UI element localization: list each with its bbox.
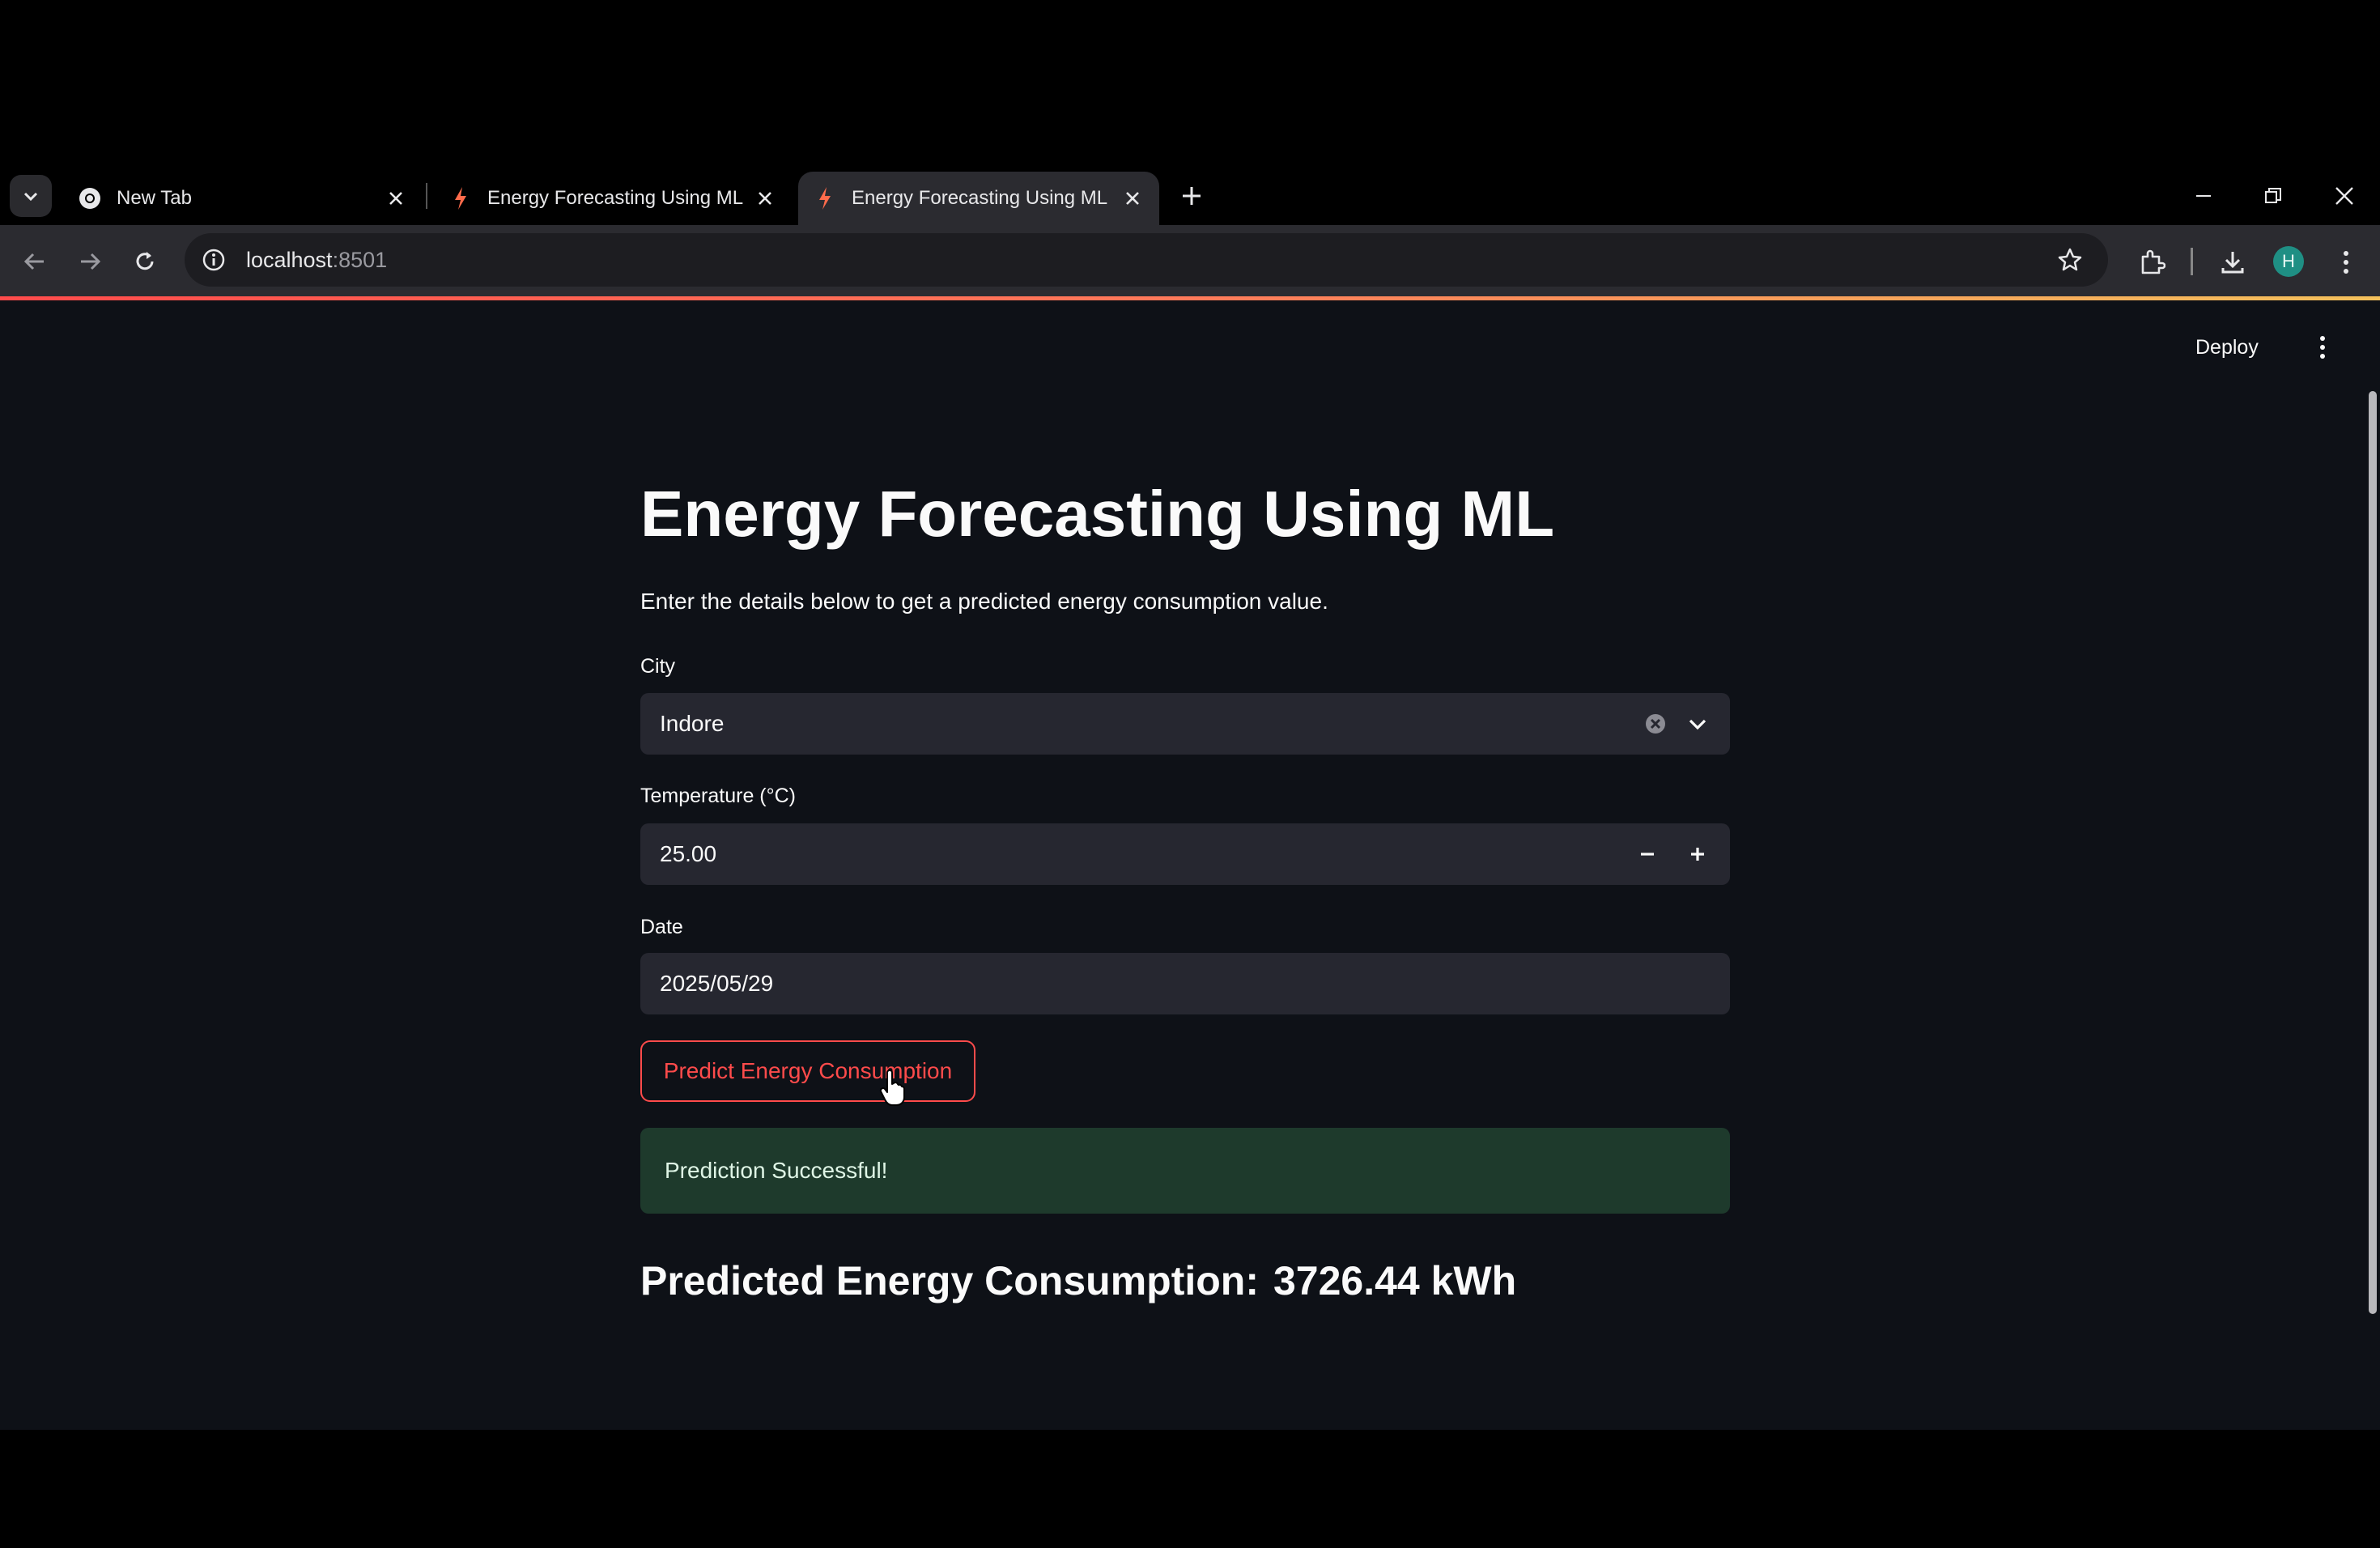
- arrow-right-icon: [81, 253, 101, 270]
- tab-new-tab[interactable]: New Tab: [73, 172, 413, 225]
- address-bar[interactable]: localhost:8501: [185, 233, 2108, 287]
- page-description: Enter the details below to get a predict…: [640, 589, 1328, 614]
- reload-icon: [136, 252, 154, 270]
- streamlit-bolt-icon: [813, 186, 837, 211]
- tab-search-button[interactable]: [10, 175, 52, 217]
- deploy-button[interactable]: Deploy: [2195, 336, 2259, 359]
- app-page: Deploy Energy Forecasting Using ML Enter…: [0, 300, 2380, 1430]
- tab-energy-forecasting-active[interactable]: Energy Forecasting Using ML: [798, 172, 1159, 225]
- info-icon[interactable]: [196, 242, 232, 278]
- temperature-input[interactable]: 25.00: [640, 823, 1730, 885]
- download-icon[interactable]: [2215, 245, 2250, 280]
- close-icon[interactable]: [1120, 186, 1145, 211]
- browser-toolbar: localhost:8501 H: [0, 225, 2380, 298]
- date-value: 2025/05/29: [660, 971, 774, 996]
- success-message: Prediction Successful!: [665, 1158, 888, 1183]
- url-port: :8501: [332, 247, 388, 272]
- city-label: City: [640, 655, 676, 678]
- chrome-icon: [78, 186, 102, 211]
- url-text: localhost:8501: [246, 248, 387, 273]
- date-input[interactable]: 2025/05/29: [640, 953, 1730, 1014]
- result-label: Predicted Energy Consumption:: [640, 1258, 1259, 1303]
- temperature-value: 25.00: [660, 841, 717, 866]
- minimize-button[interactable]: [2186, 178, 2221, 214]
- tab-title: Energy Forecasting Using ML: [852, 187, 1108, 209]
- plus-icon[interactable]: [1680, 836, 1715, 872]
- arrow-left-icon: [23, 253, 44, 270]
- predict-button[interactable]: Predict Energy Consumption: [640, 1040, 975, 1102]
- chevron-down-icon: [23, 192, 38, 202]
- taskbar-area: [0, 1430, 2380, 1548]
- restore-button[interactable]: [2255, 178, 2291, 214]
- tab-title: New Tab: [117, 187, 192, 209]
- city-select[interactable]: Indore: [640, 693, 1730, 755]
- tab-title: Energy Forecasting Using ML: [487, 187, 744, 209]
- tab-energy-forecasting[interactable]: Energy Forecasting Using ML: [444, 172, 782, 225]
- tab-strip: New Tab Energy Forecasting Using ML Ener…: [0, 167, 2380, 225]
- result-value: 3726.44 kWh: [1273, 1258, 1517, 1303]
- minus-icon[interactable]: [1630, 836, 1665, 872]
- forward-button[interactable]: [73, 245, 107, 279]
- city-value: Indore: [660, 711, 725, 736]
- scrollbar[interactable]: [2369, 391, 2377, 1314]
- page-title: Energy Forecasting Using ML: [640, 478, 1555, 550]
- close-window-button[interactable]: [2327, 178, 2362, 214]
- restore-icon: [2265, 188, 2281, 203]
- url-host: localhost: [246, 247, 333, 272]
- app-menu-icon[interactable]: [2310, 330, 2335, 365]
- extensions-icon[interactable]: [2134, 245, 2170, 280]
- streamlit-bolt-icon: [448, 186, 473, 211]
- plus-icon: [1183, 187, 1201, 205]
- avatar[interactable]: H: [2273, 246, 2304, 277]
- star-icon[interactable]: [2053, 243, 2087, 277]
- toolbar-separator: [2191, 248, 2193, 275]
- close-icon: [2335, 187, 2353, 205]
- kebab-menu-icon[interactable]: [2328, 245, 2364, 280]
- temperature-label: Temperature (°C): [640, 785, 796, 807]
- chevron-down-icon[interactable]: [1680, 706, 1715, 742]
- new-tab-button[interactable]: [1175, 180, 1208, 212]
- tab-separator: [426, 183, 427, 209]
- close-icon[interactable]: [753, 186, 777, 211]
- clear-icon[interactable]: [1638, 706, 1673, 742]
- hand-cursor-icon: [879, 1070, 905, 1106]
- close-icon[interactable]: [384, 186, 408, 211]
- prediction-result: Predicted Energy Consumption: 3726.44 kWh: [640, 1257, 1516, 1304]
- back-button[interactable]: [18, 245, 52, 279]
- date-label: Date: [640, 916, 683, 938]
- success-alert: Prediction Successful!: [640, 1128, 1730, 1214]
- minimize-icon: [2196, 195, 2211, 197]
- reload-button[interactable]: [128, 245, 162, 279]
